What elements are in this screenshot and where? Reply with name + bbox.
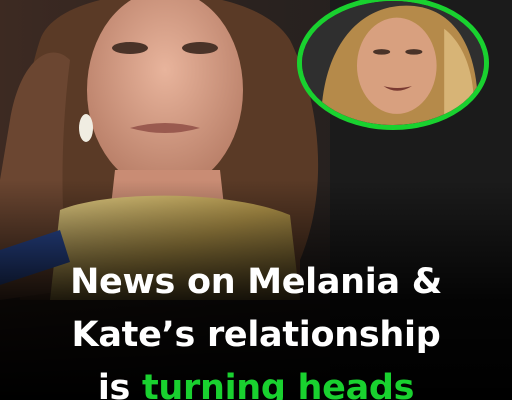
post-image: News on Melania & Kate’s relationship is… bbox=[0, 0, 512, 400]
headline-line-3-prefix: is bbox=[97, 368, 142, 400]
headline-highlight: turning heads bbox=[141, 368, 415, 400]
headline-line-2: Kate’s relationship bbox=[71, 315, 441, 355]
headline-line-3: is turning heads bbox=[0, 362, 512, 400]
headline-line-1: News on Melania & bbox=[70, 262, 442, 302]
inset-photo-circle bbox=[297, 0, 489, 130]
inset-portrait bbox=[302, 1, 484, 125]
headline: News on Melania & Kate’s relationship is… bbox=[0, 256, 512, 400]
